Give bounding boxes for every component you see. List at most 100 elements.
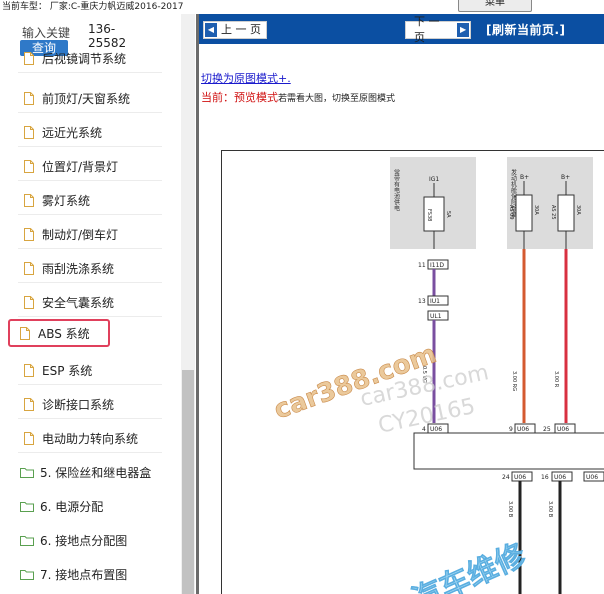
document-icon (24, 397, 34, 411)
tree-folder-power-distribution[interactable]: 6. 电源分配 (18, 492, 183, 520)
tree-item-fog-lamp[interactable]: 雾灯系统 (18, 186, 162, 215)
conn-iu1: IU1 (430, 298, 440, 305)
tree-item-label: 远近光系统 (42, 125, 103, 140)
pin-u06-d: U06 (514, 474, 526, 481)
control-module (413, 432, 604, 470)
conn-13: 13 (418, 298, 426, 305)
tree-item-label: 雨刮洗涤系统 (42, 261, 115, 276)
pin-u06-f: U06 (586, 474, 598, 481)
document-icon (24, 363, 34, 377)
main-pane: ◀ 上 一 页 下 一 页 ▶ [刷新当前页.] 切换为原图模式+. 当前：预览… (199, 14, 604, 594)
tree-folder-ground-layout[interactable]: 7. 接地点布置图 (18, 560, 183, 588)
search-input[interactable]: 输入关键 (22, 24, 70, 41)
menu-button[interactable]: 菜单 (458, 0, 532, 12)
mode-prefix: 当前： (201, 91, 234, 104)
tree-item-label: 7. 接地点布置图 (40, 567, 128, 582)
tree-item-dome-sunroof[interactable]: 前顶灯/天窗系统 (18, 84, 162, 113)
tree-folder-ground-distribution[interactable]: 6. 接地点分配图 (18, 526, 183, 554)
tree-item-label: 制动灯/倒车灯 (42, 227, 119, 242)
fuse1-name: FS38 (426, 209, 432, 221)
fuse2-name: AS 09 (508, 205, 514, 220)
tree-item-headlamp[interactable]: 远近光系统 (18, 118, 162, 147)
wire-r-label: 3.00 R (553, 371, 559, 388)
document-icon (24, 91, 34, 105)
tree-item-diagnostic[interactable]: 诊断接口系统 (18, 390, 162, 419)
tree-item-label: ESP 系统 (42, 363, 93, 378)
sidebar-scrollbar-thumb[interactable] (182, 370, 194, 594)
folder-icon (20, 501, 34, 512)
document-icon (24, 261, 34, 275)
box1-caption: 常带有电池供电 (393, 168, 400, 211)
top-bar: 当前车型： 厂家:C-重庆力帆迈威2016-2017 菜单 (0, 0, 604, 14)
pin-25: 25 (543, 426, 551, 433)
sidebar: 输入关键 查询 136- 25582 后视镜调节系统 前顶灯/天窗系统 远近光系… (0, 14, 196, 594)
pin-u06-e: U06 (554, 474, 566, 481)
current-car-type: 当前车型： 厂家:C-重庆力帆迈威2016-2017 (2, 2, 184, 12)
b-plus-2: B+ (561, 174, 570, 181)
fuse-as09 (515, 194, 533, 232)
switch-to-original-link[interactable]: 切换为原图模式+. (201, 70, 291, 86)
tree-folder-fuse-relay[interactable]: 5. 保险丝和继电器盒 (18, 458, 183, 486)
page-nav-bar: ◀ 上 一 页 下 一 页 ▶ [刷新当前页.] (199, 14, 604, 44)
tree-item-label: 6. 接地点分配图 (40, 533, 128, 548)
mode-name: 预览模式 (234, 91, 278, 104)
tree-item-wiper[interactable]: 雨刮洗涤系统 (18, 254, 162, 283)
arrow-left-icon: ◀ (205, 23, 217, 37)
document-icon (24, 431, 34, 445)
b-plus-1: B+ (520, 174, 529, 181)
current-mode-line: 当前：预览模式若需看大图，切换至原图模式 (201, 89, 395, 105)
tree-item-label: 电动助力转向系统 (42, 431, 139, 446)
pin-16: 16 (541, 474, 549, 481)
conn-ul1: UL1 (430, 313, 442, 320)
tree-item-position-lamp[interactable]: 位置灯/背景灯 (18, 152, 162, 181)
document-icon (24, 227, 34, 241)
wiring-diagram-svg: 常带有电池供电 发动机舱保险丝盒 IG1 FS38 5A B+ B+ AS 09… (270, 157, 604, 594)
tree-item-mirror[interactable]: 后视镜调节系统 (18, 44, 162, 73)
tree-item-label: 位置灯/背景灯 (42, 159, 119, 174)
pin-u06-c: U06 (557, 426, 569, 433)
pin-9: 9 (509, 426, 513, 433)
tree-item-label: 雾灯系统 (42, 193, 91, 208)
tree-item-brake-reverse[interactable]: 制动灯/倒车灯 (18, 220, 162, 249)
document-icon (24, 125, 34, 139)
tree-item-label: 前顶灯/天窗系统 (42, 91, 131, 106)
wire-b1-label: 3.00 B (507, 501, 513, 518)
wire-rg-label: 3.00 RG (511, 371, 517, 391)
folder-icon (20, 467, 34, 478)
fuse2-amp: 30A (533, 205, 539, 215)
phone-line-1: 136- (88, 22, 116, 36)
wire-b2-label: 3.00 B (547, 501, 553, 518)
tree-item-airbag[interactable]: 安全气囊系统 (18, 288, 162, 317)
ig1-label: IG1 (429, 176, 439, 183)
arrow-right-icon: ▶ (457, 23, 469, 37)
fuse-as25 (557, 194, 575, 232)
folder-icon (20, 569, 34, 580)
pin-u06-b: U06 (517, 426, 529, 433)
tree-item-abs[interactable]: ABS 系统 (8, 319, 110, 347)
next-page-button[interactable]: 下 一 页 ▶ (405, 15, 471, 44)
watermark-4: 汽车维修 (407, 537, 532, 594)
tree-item-eps[interactable]: 电动助力转向系统 (18, 424, 162, 453)
fuse1-amp: 5A (445, 211, 451, 218)
conn-11: 11 (418, 262, 426, 269)
prev-page-label: 上 一 页 (221, 23, 261, 36)
document-icon (24, 159, 34, 173)
tree-item-label: 6. 电源分配 (40, 499, 104, 514)
fuse3-amp: 30A (575, 205, 581, 215)
wiring-diagram[interactable]: 常带有电池供电 发动机舱保险丝盒 IG1 FS38 5A B+ B+ AS 09… (221, 150, 604, 594)
tree-item-label: 安全气囊系统 (42, 295, 115, 310)
conn-i11d: I11D (430, 262, 444, 269)
folder-icon (20, 535, 34, 546)
document-icon (24, 295, 34, 309)
tree-item-label: ABS 系统 (38, 326, 90, 341)
tree-item-label: 后视镜调节系统 (42, 51, 127, 66)
document-icon (24, 51, 34, 65)
tree-item-label: 5. 保险丝和继电器盒 (40, 465, 152, 480)
tree-item-esp[interactable]: ESP 系统 (18, 356, 162, 385)
document-icon (24, 193, 34, 207)
tree-item-label: 诊断接口系统 (42, 397, 115, 412)
fuse3-name: AS 25 (550, 205, 556, 220)
prev-page-button[interactable]: ◀ 上 一 页 (203, 21, 267, 39)
refresh-page-link[interactable]: [刷新当前页.] (486, 21, 566, 38)
next-page-label: 下 一 页 (414, 15, 440, 44)
